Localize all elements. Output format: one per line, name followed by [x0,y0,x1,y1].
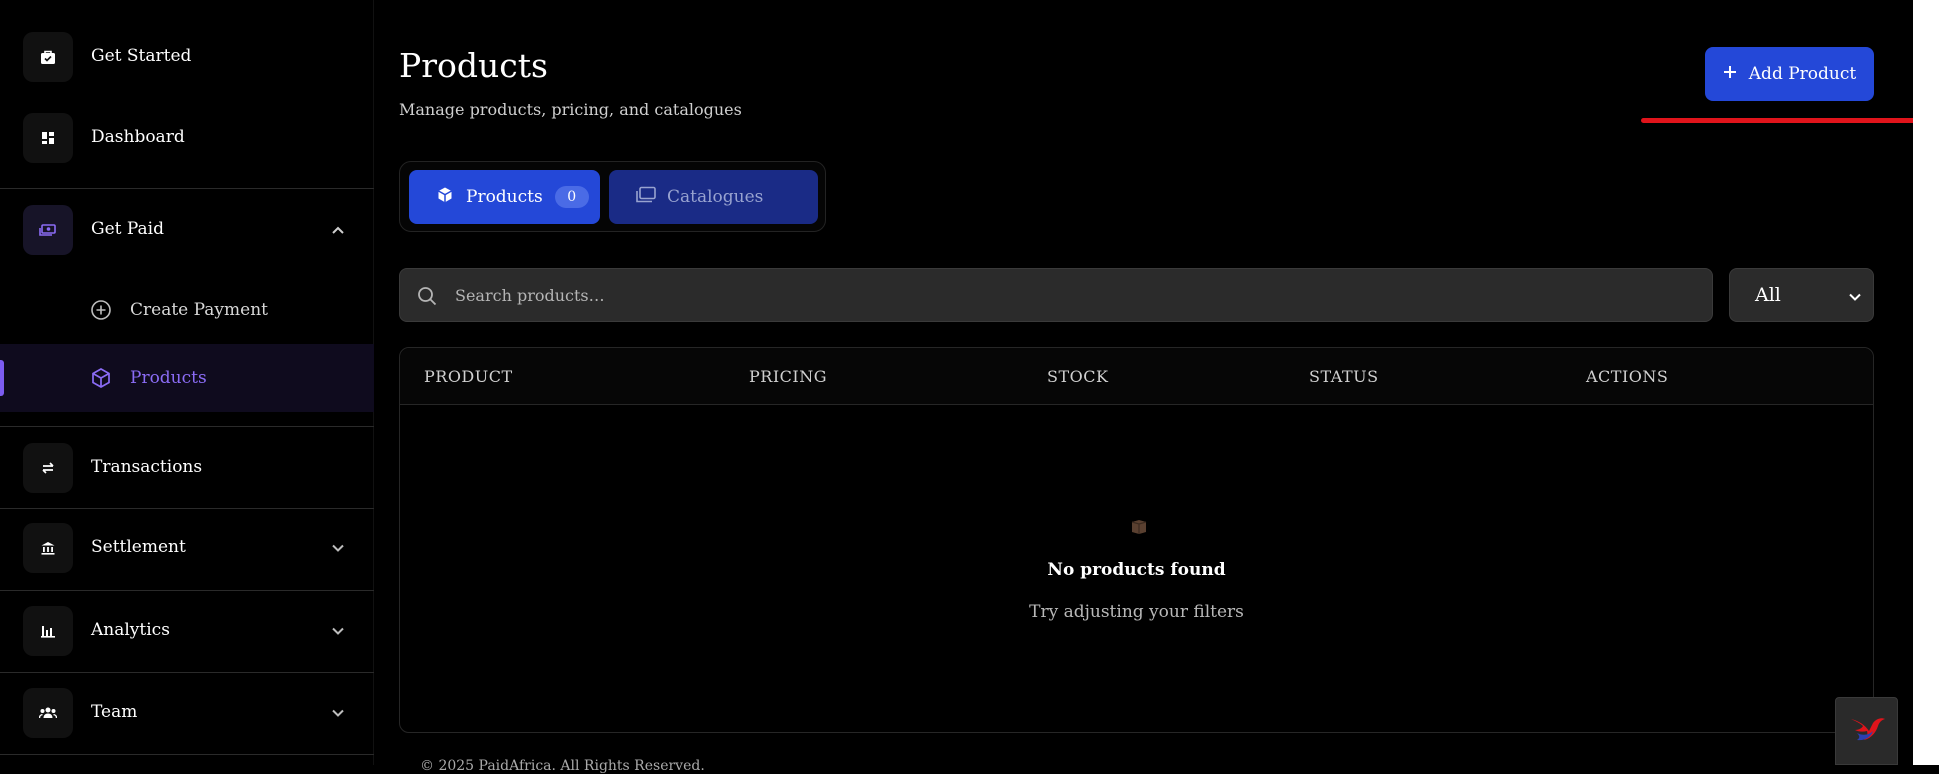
sidebar-item-label: Settlement [91,537,186,557]
chevron-down-icon[interactable] [330,705,346,721]
sidebar-item-label: Get Paid [91,219,165,239]
sidebar-item-label: Dashboard [91,127,185,147]
search-icon [416,285,438,307]
sidebar-item-dashboard[interactable]: Dashboard [0,113,374,163]
status-filter-value: All [1755,284,1781,306]
tab-products-label: Products [466,187,543,207]
plus-circle-icon [89,298,113,322]
sidebar-item-label: Analytics [91,620,170,640]
sidebar-item-label: Transactions [91,457,203,477]
sidebar-divider [0,754,374,755]
cube-icon [436,186,454,209]
sidebar-item-transactions[interactable]: Transactions [0,443,374,493]
bird-logo-icon [1847,711,1887,751]
status-filter-select[interactable]: All [1729,268,1874,322]
sidebar-subitem-label: Create Payment [130,300,269,320]
column-header-status[interactable]: STATUS [1309,367,1379,386]
sidebar-item-team[interactable]: Team [0,688,374,738]
annotation-underline [1641,118,1939,123]
plus-icon [1723,64,1737,84]
sidebar-item-get-paid[interactable]: Get Paid [0,205,374,255]
sidebar-divider [0,188,374,189]
bank-icon [23,523,73,573]
sidebar-subitem-label: Products [130,368,207,388]
package-icon [1130,518,1148,540]
empty-state-title: No products found [1047,560,1226,580]
chevron-down-icon[interactable] [330,540,346,556]
sidebar-subitem-create-payment[interactable]: Create Payment [0,276,374,344]
footer-copyright: © 2025 PaidAfrica. All Rights Reserved. [420,758,705,774]
team-icon [23,688,73,738]
tab-catalogues[interactable]: Catalogues [609,170,818,224]
dashboard-icon [23,113,73,163]
page-title: Products [399,46,548,85]
add-product-button[interactable]: Add Product [1705,47,1874,101]
sidebar-item-label: Get Started [91,46,192,66]
empty-state-subtitle: Try adjusting your filters [1029,602,1244,622]
chat-widget-button[interactable] [1835,697,1898,765]
search-input[interactable] [453,269,1693,321]
chevron-down-icon [1847,288,1863,304]
sidebar-item-label: Team [91,702,138,722]
sidebar-item-get-started[interactable]: Get Started [0,32,374,82]
count-badge: 0 [554,186,589,208]
sidebar-item-settlement[interactable]: Settlement [0,523,374,573]
cube-icon [89,366,113,390]
column-header-product[interactable]: PRODUCT [424,367,513,386]
tab-products[interactable]: Products 0 [409,170,600,224]
sidebar-divider [0,426,374,427]
scrollbar[interactable] [1913,0,1939,765]
chevron-down-icon[interactable] [330,623,346,639]
bar-chart-icon [23,606,73,656]
sidebar-divider [0,590,374,591]
column-header-stock[interactable]: STOCK [1047,367,1108,386]
arrows-exchange-icon [23,443,73,493]
column-header-actions: ACTIONS [1586,367,1669,386]
add-product-label: Add Product [1748,64,1857,84]
sidebar-divider [0,672,374,673]
sidebar-subitem-products[interactable]: Products [0,344,374,412]
sidebar-item-analytics[interactable]: Analytics [0,606,374,656]
sidebar-divider [0,508,374,509]
page-subtitle: Manage products, pricing, and catalogues [399,100,742,119]
folders-icon [635,186,657,209]
chevron-up-icon[interactable] [330,222,346,238]
table-header: PRODUCT PRICING STOCK STATUS ACTIONS [400,348,1873,405]
tab-catalogues-label: Catalogues [667,187,764,207]
sidebar: Get Started Dashboard Get Paid Create Pa… [0,0,374,765]
view-tabs: Products 0 Catalogues [399,161,826,232]
active-indicator [0,360,4,396]
payment-icon [23,205,73,255]
search-bar [399,268,1713,322]
products-table: PRODUCT PRICING STOCK STATUS ACTIONS No … [399,347,1874,733]
column-header-pricing[interactable]: PRICING [749,367,827,386]
briefcase-check-icon [23,32,73,82]
